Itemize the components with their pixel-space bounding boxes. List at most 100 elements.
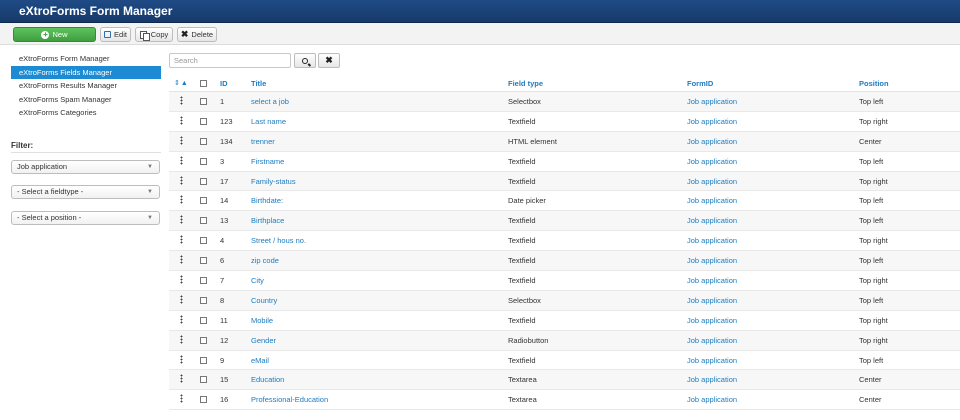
row-title-link[interactable]: Professional-Education — [251, 395, 328, 404]
sidebar-item-categories[interactable]: eXtroForms Categories — [11, 106, 161, 120]
position-filter-select[interactable]: - Select a position - ▼ — [11, 211, 160, 225]
row-position: Center — [859, 375, 882, 385]
row-title-link[interactable]: Family-status — [251, 177, 296, 186]
drag-handle-icon[interactable] — [180, 155, 183, 165]
drag-handle-icon[interactable] — [180, 215, 183, 225]
drag-handle-icon[interactable] — [180, 175, 183, 185]
row-title-link[interactable]: Mobile — [251, 316, 273, 325]
row-checkbox[interactable] — [200, 336, 207, 344]
row-formid-link[interactable]: Job application — [687, 276, 737, 285]
row-formid-link[interactable]: Job application — [687, 256, 737, 265]
row-checkbox[interactable] — [200, 177, 207, 185]
row-formid-link[interactable]: Job application — [687, 216, 737, 225]
drag-handle-icon[interactable] — [180, 195, 183, 205]
drag-handle-icon[interactable] — [180, 314, 183, 324]
search-button[interactable] — [294, 53, 316, 68]
sidebar-item-spam-manager[interactable]: eXtroForms Spam Manager — [11, 93, 161, 107]
row-field-type: Date picker — [508, 196, 546, 206]
row-title-link[interactable]: City — [251, 276, 264, 285]
row-title-link[interactable]: Firstname — [251, 157, 284, 166]
row-title-link[interactable]: trenner — [251, 137, 275, 146]
row-formid-link[interactable]: Job application — [687, 336, 737, 345]
drag-handle-icon[interactable] — [180, 115, 183, 125]
row-formid-link[interactable]: Job application — [687, 117, 737, 126]
header-formid[interactable]: FormID — [687, 79, 713, 88]
row-formid-link[interactable]: Job application — [687, 137, 737, 146]
row-id: 123 — [220, 116, 233, 126]
table-row: 134 trenner HTML element Job application Cen… — [169, 131, 960, 152]
header-position[interactable]: Position — [859, 79, 889, 88]
select-all-checkbox[interactable] — [200, 80, 207, 87]
row-checkbox[interactable] — [200, 157, 207, 165]
clear-search-button[interactable]: ✖ — [318, 53, 340, 68]
drag-handle-icon[interactable] — [180, 96, 183, 105]
table-row: 12 Gender Radiobutton Job application Top ri… — [169, 330, 960, 351]
row-checkbox[interactable] — [200, 197, 207, 205]
header-title[interactable]: Title — [251, 79, 266, 88]
drag-handle-icon[interactable] — [180, 135, 183, 145]
row-title-link[interactable]: Birthplace — [251, 216, 284, 225]
row-formid-link[interactable]: Job application — [687, 395, 737, 404]
drag-handle-icon[interactable] — [180, 275, 183, 285]
row-checkbox[interactable] — [200, 98, 207, 105]
fieldtype-filter-select[interactable]: - Select a fieldtype - ▼ — [11, 185, 160, 199]
sidebar-item-fields-manager[interactable]: eXtroForms Fields Manager — [11, 65, 161, 79]
row-formid-link[interactable]: Job application — [687, 177, 737, 186]
row-title-link[interactable]: zip code — [251, 256, 279, 265]
drag-handle-icon[interactable] — [180, 374, 183, 384]
row-title-link[interactable]: Country — [251, 296, 277, 305]
new-button[interactable]: + New — [13, 27, 96, 42]
row-formid-link[interactable]: Job application — [687, 157, 737, 166]
row-checkbox[interactable] — [200, 237, 207, 245]
row-formid-link[interactable]: Job application — [687, 316, 737, 325]
drag-handle-icon[interactable] — [180, 334, 183, 344]
row-checkbox[interactable] — [200, 257, 207, 265]
drag-handle-icon[interactable] — [180, 294, 183, 304]
row-checkbox[interactable] — [200, 356, 207, 364]
row-title-link[interactable]: Last name — [251, 117, 286, 126]
row-title-link[interactable]: select a job — [251, 97, 289, 106]
row-title-link[interactable]: eMail — [251, 356, 269, 365]
row-id: 3 — [220, 156, 225, 166]
row-title-link[interactable]: Street / hous no. — [251, 236, 306, 245]
table-row: 123 Last name Textfield Job application Top … — [169, 112, 960, 132]
row-position: Top right — [859, 236, 888, 246]
edit-button[interactable]: Edit — [100, 27, 131, 42]
position-filter-value: - Select a position - — [17, 213, 82, 222]
row-formid-link[interactable]: Job application — [687, 236, 737, 245]
row-checkbox[interactable] — [200, 316, 207, 324]
row-formid-link[interactable]: Job application — [687, 375, 737, 384]
copy-button[interactable]: Copy — [135, 27, 173, 42]
drag-handle-icon[interactable] — [180, 354, 183, 364]
filter-label: Filter: — [11, 141, 34, 150]
header-field-type[interactable]: Field type — [508, 79, 543, 88]
row-position: Top right — [859, 315, 888, 325]
row-formid-link[interactable]: Job application — [687, 356, 737, 365]
form-filter-select[interactable]: Job application ▼ — [11, 160, 160, 174]
sidebar-item-results-manager[interactable]: eXtroForms Results Manager — [11, 79, 161, 93]
search-input[interactable] — [169, 53, 291, 68]
row-id: 4 — [220, 236, 225, 246]
row-checkbox[interactable] — [200, 376, 207, 384]
sort-icon[interactable]: ⇕▲ — [174, 79, 189, 87]
row-title-link[interactable]: Gender — [251, 336, 276, 345]
row-checkbox[interactable] — [200, 277, 207, 285]
row-position: Top left — [859, 196, 884, 206]
delete-button[interactable]: ✖ Delete — [177, 27, 217, 42]
drag-handle-icon[interactable] — [180, 394, 183, 404]
row-formid-link[interactable]: Job application — [687, 97, 737, 106]
row-checkbox[interactable] — [200, 217, 207, 225]
row-formid-link[interactable]: Job application — [687, 296, 737, 305]
drag-handle-icon[interactable] — [180, 235, 183, 245]
row-title-link[interactable]: Birthdate: — [251, 196, 283, 205]
header-id[interactable]: ID — [220, 79, 228, 88]
row-checkbox[interactable] — [200, 117, 207, 125]
drag-handle-icon[interactable] — [180, 255, 183, 265]
row-checkbox[interactable] — [200, 137, 207, 145]
row-checkbox[interactable] — [200, 396, 207, 404]
row-title-link[interactable]: Education — [251, 375, 284, 384]
row-checkbox[interactable] — [200, 296, 207, 304]
sidebar-item-form-manager[interactable]: eXtroForms Form Manager — [11, 52, 161, 66]
table-row: 17 Family-status Textfield Job application T… — [169, 171, 960, 192]
row-formid-link[interactable]: Job application — [687, 196, 737, 205]
